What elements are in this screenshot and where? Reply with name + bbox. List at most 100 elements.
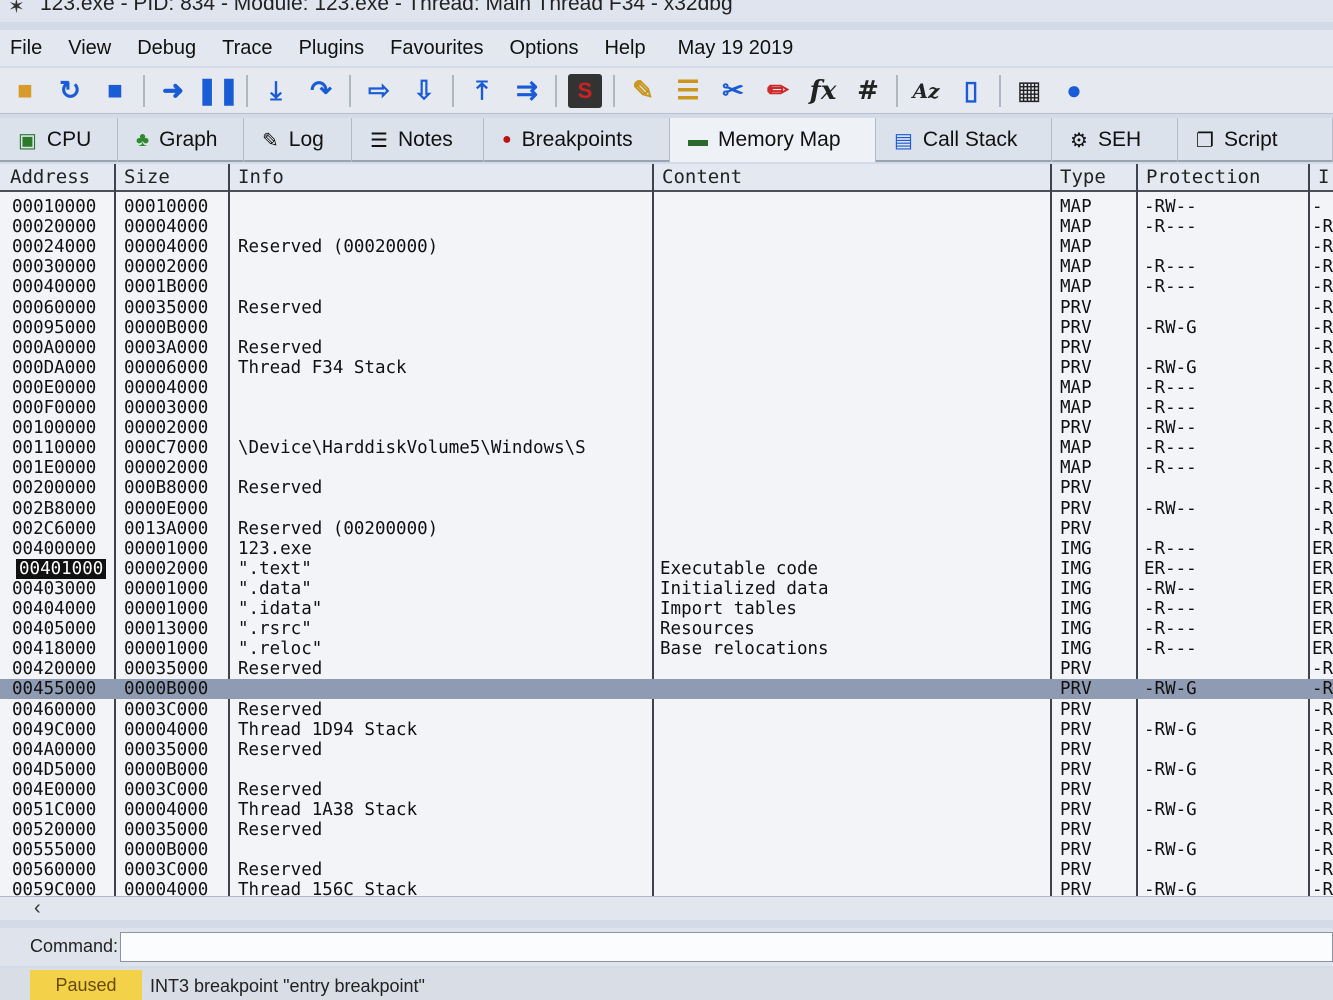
table-row[interactable]: 00418000 00001000 ".reloc" Base relocations… xyxy=(0,639,1333,659)
table-row[interactable]: 00110000 000C7000 \Device\HarddiskVolume5\… xyxy=(0,438,1333,458)
table-row[interactable]: 00403000 00001000 ".data" Initialized data I… xyxy=(0,579,1333,599)
column-header-protection[interactable]: Protection xyxy=(1146,166,1260,188)
table-row[interactable]: 000F0000 00003000 MAP -R--- -R xyxy=(0,398,1333,418)
column-header-initial[interactable]: I xyxy=(1318,166,1329,188)
column-header-address[interactable]: Address xyxy=(10,166,90,188)
info-cell: Reserved xyxy=(238,739,323,760)
comments-icon[interactable]: ☰ xyxy=(671,74,705,108)
scroll-left-icon[interactable]: ‹ xyxy=(34,897,41,920)
content-cell: Executable code xyxy=(660,558,819,579)
tab-log[interactable]: ✎ Log xyxy=(244,118,352,162)
table-row[interactable]: 00100000 00002000 PRV -RW-- -RW xyxy=(0,418,1333,438)
functions-icon[interactable]: fx xyxy=(806,74,840,108)
labels-icon[interactable]: ✂ xyxy=(716,74,750,108)
open-folder-icon[interactable]: ■ xyxy=(8,74,42,108)
column-header-content[interactable]: Content xyxy=(662,166,742,188)
menu-plugins[interactable]: Plugins xyxy=(299,37,365,60)
command-input[interactable] xyxy=(120,932,1333,962)
menu-options[interactable]: Options xyxy=(510,37,579,60)
table-row[interactable]: 0059C000 00004000 Thread 156C Stack PRV -RW-… xyxy=(0,880,1333,896)
step-over-icon[interactable]: ↷ xyxy=(304,74,338,108)
table-row[interactable]: 004A0000 00035000 Reserved PRV -RW- xyxy=(0,740,1333,760)
table-row[interactable]: 00030000 00002000 MAP -R--- -R xyxy=(0,257,1333,277)
table-row[interactable]: 00200000 000B8000 Reserved PRV -RW xyxy=(0,478,1333,498)
column-header-size[interactable]: Size xyxy=(124,166,170,188)
column-header-info[interactable]: Info xyxy=(238,166,284,188)
table-row[interactable]: 00095000 0000B000 PRV -RW-G -R xyxy=(0,318,1333,338)
table-row[interactable]: 00401000 00002000 ".text" Executable code IM… xyxy=(0,558,1333,579)
table-row[interactable]: 00560000 0003C000 Reserved PRV -RW- xyxy=(0,860,1333,880)
restart-icon[interactable]: ↻ xyxy=(53,74,87,108)
table-row[interactable]: 00520000 00035000 Reserved PRV -RW- xyxy=(0,820,1333,840)
type-cell: PRV xyxy=(1060,840,1092,861)
size-cell: 00001000 xyxy=(124,599,209,619)
table-row[interactable]: 004D5000 0000B000 PRV -RW-G -RW- xyxy=(0,760,1333,780)
trace-over-icon[interactable]: ⇩ xyxy=(407,74,441,108)
horizontal-scrollbar[interactable]: ‹ xyxy=(0,896,1333,920)
menu-debug[interactable]: Debug xyxy=(137,37,196,60)
table-row[interactable]: 002C6000 0013A000 Reserved (00200000) PRV -R… xyxy=(0,519,1333,539)
menu-help[interactable]: Help xyxy=(604,37,645,60)
trace-into-icon[interactable]: ⇨ xyxy=(362,74,396,108)
menu-view[interactable]: View xyxy=(68,37,111,60)
table-row[interactable]: 0051C000 00004000 Thread 1A38 Stack PRV -RW-… xyxy=(0,800,1333,820)
menu-favourites[interactable]: Favourites xyxy=(390,37,483,60)
table-row[interactable]: 00455000 0000B000 PRV -RW-G -RW- xyxy=(0,679,1333,700)
scylla-icon[interactable]: S xyxy=(568,73,602,108)
table-row[interactable]: 000A0000 0003A000 Reserved PRV -R xyxy=(0,338,1333,358)
calculator-icon[interactable]: ▦ xyxy=(1012,74,1046,108)
table-row[interactable]: 00404000 00001000 ".idata" Import tables IMG… xyxy=(0,599,1333,619)
variables-icon[interactable]: # xyxy=(851,74,885,108)
table-row[interactable]: 00040000 0001B000 MAP -R--- -R xyxy=(0,277,1333,297)
content-cell: Base relocations xyxy=(660,639,829,660)
execute-till-return-icon[interactable]: ⤒ xyxy=(465,74,499,108)
tab-cpu[interactable]: ▣ CPU xyxy=(0,118,118,162)
table-row[interactable]: 002B8000 0000E000 PRV -RW-- -RW xyxy=(0,499,1333,519)
table-row[interactable]: 00010000 00010000 MAP -RW-- - xyxy=(0,197,1333,217)
memory-map-table[interactable]: Address Size Info Content Type Protectio… xyxy=(0,164,1333,896)
table-row[interactable]: 00020000 00004000 MAP -R--- -R xyxy=(0,217,1333,237)
pause-icon[interactable]: ❚❚ xyxy=(196,74,240,108)
table-row[interactable]: 00400000 00001000 123.exe IMG -R--- ERW xyxy=(0,539,1333,559)
bookmarks-icon[interactable]: ✏ xyxy=(761,74,795,108)
address-cell: 00418000 xyxy=(12,639,97,660)
stop-icon[interactable]: ■ xyxy=(98,74,132,108)
protection-cell: ER--- xyxy=(1144,558,1197,579)
size-cell: 00004000 xyxy=(124,377,209,398)
globe-icon[interactable]: ● xyxy=(1057,74,1091,108)
tab-memory-map[interactable]: ▬ Memory Map xyxy=(670,118,876,162)
column-header-type[interactable]: Type xyxy=(1060,166,1106,188)
table-row[interactable]: 000E0000 00004000 MAP -R--- -R xyxy=(0,378,1333,398)
tab-graph[interactable]: ♣ Graph xyxy=(118,118,244,162)
table-row[interactable]: 000DA000 00006000 Thread F34 Stack PRV -RW-G… xyxy=(0,358,1333,378)
table-row[interactable]: 004E0000 0003C000 Reserved PRV -RW- xyxy=(0,780,1333,800)
device-icon[interactable]: ▯ xyxy=(954,74,988,108)
patch-icon[interactable]: ✎ xyxy=(626,74,660,108)
menu-trace[interactable]: Trace xyxy=(222,37,272,60)
table-row[interactable]: 00420000 00035000 Reserved PRV -RW- xyxy=(0,659,1333,679)
protection-cell: -R--- xyxy=(1144,619,1197,640)
initial-protection-cell: ERW xyxy=(1312,558,1333,579)
tab-script[interactable]: ❐ Script xyxy=(1178,118,1333,162)
run-icon[interactable]: ➜ xyxy=(156,74,190,108)
tab-breakpoints[interactable]: ● Breakpoints xyxy=(484,118,670,162)
strings-icon[interactable]: Az xyxy=(909,74,943,108)
tab-seh[interactable]: ⚙ SEH xyxy=(1052,118,1178,162)
tab-call-stack[interactable]: ▤ Call Stack xyxy=(876,118,1052,162)
info-cell: Reserved xyxy=(238,297,323,318)
initial-protection-cell: -R xyxy=(1312,237,1333,258)
address-cell: 000DA000 xyxy=(12,357,97,378)
table-row[interactable]: 00024000 00004000 Reserved (00020000) MAP -R xyxy=(0,237,1333,257)
run-to-user-code-icon[interactable]: ⇉ xyxy=(510,74,544,108)
table-row[interactable]: 00460000 0003C000 Reserved PRV -RW- xyxy=(0,700,1333,720)
table-row[interactable]: 001E0000 00002000 MAP -R--- -R xyxy=(0,458,1333,478)
table-row[interactable]: 00405000 00013000 ".rsrc" Resources IMG -R---… xyxy=(0,619,1333,639)
step-into-icon[interactable]: ⤓ xyxy=(259,74,293,108)
table-row[interactable]: 0049C000 00004000 Thread 1D94 Stack PRV -RW-… xyxy=(0,720,1333,740)
table-row[interactable]: 00060000 00035000 Reserved PRV -R xyxy=(0,298,1333,318)
initial-protection-cell: -R xyxy=(1312,317,1333,338)
menu-file[interactable]: File xyxy=(10,37,42,60)
tab-notes[interactable]: ☰ Notes xyxy=(352,118,484,162)
table-row[interactable]: 00555000 0000B000 PRV -RW-G -RW- xyxy=(0,840,1333,860)
protection-cell: -RW-G xyxy=(1144,357,1197,378)
